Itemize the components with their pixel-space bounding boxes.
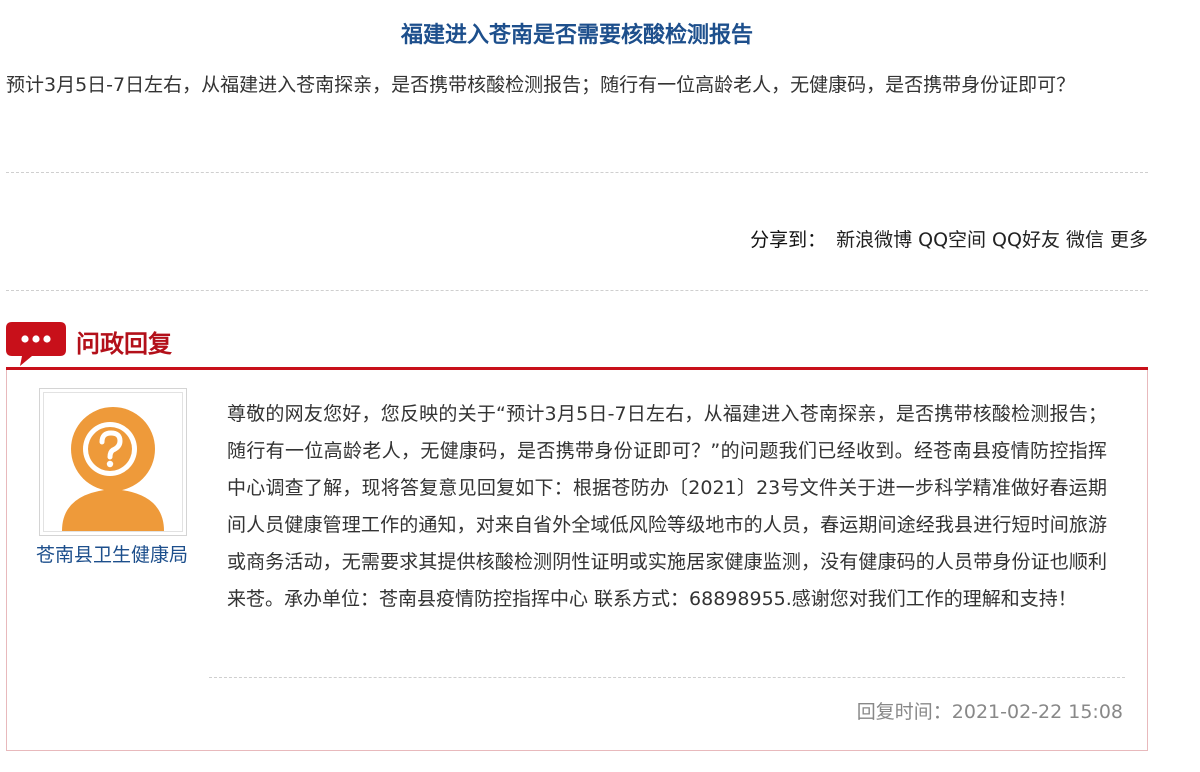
reply-time: 回复时间：2021-02-22 15:08 <box>856 701 1123 723</box>
page-title: 福建进入苍南是否需要核酸检测报告 <box>400 23 753 48</box>
share-link-qq-friend[interactable]: QQ好友 <box>992 229 1060 251</box>
share-link-more[interactable]: 更多 <box>1110 229 1148 251</box>
share-bar: 分享到： 新浪微博 QQ空间 QQ好友 微信 更多 <box>750 222 1148 258</box>
department-name[interactable]: 苍南县卫生健康局 <box>23 540 201 571</box>
chat-bubble-icon <box>6 322 66 366</box>
share-link-weibo[interactable]: 新浪微博 <box>836 229 912 251</box>
question-person-icon <box>44 393 182 531</box>
reply-box: 苍南县卫生健康局 尊敬的网友您好，您反映的关于“预计3月5日-7日左右，从福建进… <box>6 370 1148 751</box>
reply-section-header: 问政回复 <box>6 318 1148 366</box>
share-label: 分享到： <box>750 229 827 251</box>
share-link-qzone[interactable]: QQ空间 <box>918 229 986 251</box>
reply-section-title: 问政回复 <box>76 330 172 358</box>
divider <box>6 290 1148 291</box>
reply-answer-text: 尊敬的网友您好，您反映的关于“预计3月5日-7日左右，从福建进入苍南探亲，是否携… <box>227 403 1107 610</box>
divider <box>209 677 1125 678</box>
avatar <box>39 388 187 536</box>
share-link-wechat[interactable]: 微信 <box>1066 229 1104 251</box>
question-text: 预计3月5日-7日左右，从福建进入苍南探亲，是否携带核酸检测报告；随行有一位高龄… <box>6 74 1076 96</box>
divider <box>6 172 1148 173</box>
